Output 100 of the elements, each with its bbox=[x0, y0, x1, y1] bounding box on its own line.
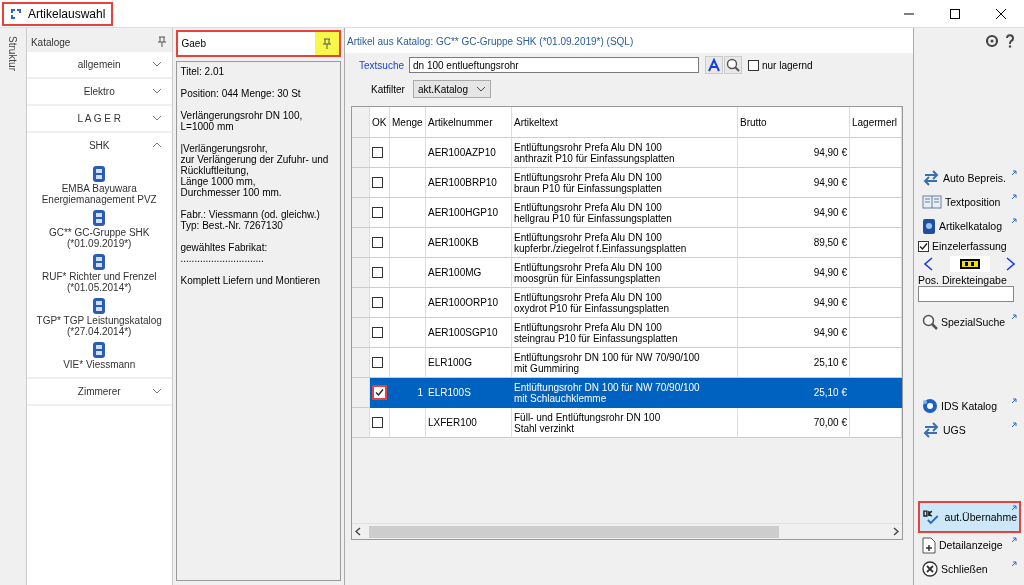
catalog-name[interactable]: RUF* Richter und Frenzel (*01.05.2014*) bbox=[35, 271, 164, 293]
column-header[interactable]: Menge bbox=[390, 107, 426, 138]
scroll-right-icon[interactable] bbox=[893, 527, 899, 536]
external-arrow-icon bbox=[1011, 194, 1017, 200]
table-cell: 94,90 € bbox=[738, 168, 850, 198]
settings-icon[interactable] bbox=[985, 34, 999, 48]
help-icon[interactable] bbox=[1005, 34, 1015, 48]
checkbox[interactable] bbox=[372, 267, 383, 278]
table-cell: 94,90 € bbox=[738, 318, 850, 348]
external-arrow-icon bbox=[1011, 505, 1017, 511]
book-icon bbox=[922, 195, 942, 209]
action-button[interactable]: UGS bbox=[918, 417, 1021, 442]
table-cell: Entlüftungsrohr Prefa Alu DN 100 hellgrau P10 für Einfassungsplatten bbox=[512, 198, 738, 228]
checkbox[interactable] bbox=[372, 297, 383, 308]
checkmark-icon bbox=[919, 241, 928, 251]
font-button[interactable] bbox=[705, 56, 723, 74]
table-cell: 94,90 € bbox=[738, 258, 850, 288]
close-icon bbox=[922, 561, 938, 577]
table-cell bbox=[850, 228, 902, 258]
pin-icon[interactable] bbox=[155, 36, 168, 48]
paragraph: Verlängerungsrohr DN 100, L=1000 mm bbox=[180, 110, 304, 132]
column-header[interactable]: Lagermerl bbox=[850, 107, 902, 138]
action-button[interactable]: Schließen bbox=[918, 557, 1021, 581]
checkbox[interactable] bbox=[372, 147, 383, 158]
paragraph: Position: 044 Menge: 30 St bbox=[180, 88, 302, 99]
database-icon[interactable] bbox=[92, 341, 107, 359]
checkbox[interactable] bbox=[372, 385, 387, 400]
paragraph: Titel: 2.01 bbox=[180, 66, 226, 77]
table-cell: AER100AZP10 bbox=[426, 138, 512, 168]
table-cell: 1 bbox=[390, 378, 426, 408]
checkbox[interactable] bbox=[372, 357, 383, 368]
action-button[interactable]: Detailanzeige bbox=[918, 533, 1021, 557]
table-cell: AER100HGP10 bbox=[426, 198, 512, 228]
checkbox[interactable] bbox=[372, 327, 383, 338]
checkbox[interactable] bbox=[748, 59, 759, 71]
catalog-caption: Artikel aus Katalog: GC** GC-Gruppe SHK (*01.09.2019*) (SQL) bbox=[345, 28, 913, 53]
close-icon[interactable] bbox=[995, 7, 1007, 20]
table-cell: AER100BRP10 bbox=[426, 168, 512, 198]
maximize-icon[interactable] bbox=[949, 7, 961, 20]
table-cell: 94,90 € bbox=[738, 288, 850, 318]
checkbox[interactable] bbox=[372, 177, 383, 188]
checkbox[interactable] bbox=[372, 207, 383, 218]
external-arrow-icon bbox=[1011, 397, 1017, 404]
next-icon[interactable] bbox=[1006, 257, 1015, 271]
table-cell bbox=[850, 168, 902, 198]
table-cell: AER100SGP10 bbox=[426, 318, 512, 348]
previous-icon[interactable] bbox=[924, 257, 933, 271]
table-cell: 25,10 € bbox=[738, 378, 850, 408]
scrollbar-thumb[interactable] bbox=[369, 525, 779, 538]
side-tab[interactable]: Struktur bbox=[7, 36, 19, 71]
action-button[interactable]: Textposition bbox=[918, 190, 1021, 214]
paragraph: Komplett Liefern und Montieren bbox=[180, 275, 322, 286]
checkbox-label: Einzelerfassung bbox=[932, 240, 1007, 252]
checkbox[interactable] bbox=[372, 417, 383, 428]
table-cell: AER100KB bbox=[426, 228, 512, 258]
table-cell bbox=[850, 288, 902, 318]
dropdown[interactable]: akt.Katalog bbox=[412, 80, 491, 98]
input-field[interactable] bbox=[918, 286, 1014, 302]
panel-title: Kataloge bbox=[30, 36, 71, 48]
table-cell: AER100ORP10 bbox=[426, 288, 512, 318]
action-button[interactable]: aut.Übernahme bbox=[918, 501, 1021, 533]
checkbox[interactable] bbox=[918, 240, 929, 252]
checkbox[interactable] bbox=[372, 237, 383, 248]
external-arrow-icon bbox=[1011, 314, 1017, 320]
table-cell bbox=[850, 408, 902, 438]
catalog-name[interactable]: EMBA Bayuwara Energiemanagement PVZ bbox=[35, 183, 164, 205]
external-arrow-icon bbox=[1011, 537, 1017, 543]
chevron-down-icon bbox=[475, 86, 486, 92]
column-header[interactable]: OK bbox=[370, 107, 390, 138]
column-header[interactable]: Brutto bbox=[738, 107, 850, 138]
action-button[interactable]: Auto Bepreis. bbox=[918, 166, 1021, 190]
action-button[interactable]: IDS Katalog bbox=[918, 393, 1021, 418]
action-button[interactable]: SpezialSuche bbox=[918, 310, 1021, 334]
action-button[interactable]: Artikelkatalog bbox=[918, 214, 1021, 238]
catalog-name[interactable]: GC** GC-Gruppe SHK (*01.09.2019*) bbox=[35, 227, 164, 249]
table-cell bbox=[850, 378, 902, 408]
external-arrow-icon bbox=[1011, 170, 1017, 176]
database-icon[interactable] bbox=[92, 165, 107, 183]
table-cell: 94,90 € bbox=[738, 138, 850, 168]
table-cell bbox=[850, 198, 902, 228]
table-cell: Entlüftungsrohr Prefa Alu DN 100 oxydrot P10 für Einfassungsplatten bbox=[512, 288, 738, 318]
search-field[interactable]: dn 100 entlueftungsrohr bbox=[409, 57, 699, 73]
catalog-name[interactable]: VIE* Viessmann bbox=[35, 359, 164, 370]
database-icon[interactable] bbox=[92, 297, 107, 315]
pin-icon[interactable] bbox=[321, 37, 333, 50]
checkbox-label: nur lagernd bbox=[762, 59, 813, 71]
external-arrow-icon bbox=[1011, 421, 1017, 428]
database-icon[interactable] bbox=[92, 209, 107, 227]
database-icon[interactable] bbox=[92, 253, 107, 271]
column-header[interactable]: Artikelnummer bbox=[426, 107, 512, 138]
search-button[interactable] bbox=[724, 56, 742, 74]
scroll-left-icon[interactable] bbox=[355, 527, 361, 536]
table-cell: Füll- und Entlüftungsrohr DN 100 Stahl verzinkt bbox=[512, 408, 738, 438]
paragraph: gewähltes Fabrikat: .............................. bbox=[180, 242, 269, 264]
catalog-name[interactable]: TGP* TGP Leistungskatalog (*27.04.2014*) bbox=[35, 315, 164, 337]
panel-title: Gaeb bbox=[180, 38, 206, 49]
column-header[interactable]: Artikeltext bbox=[512, 107, 738, 138]
title-text: Artikelauswahl bbox=[28, 6, 106, 21]
table-cell: 94,90 € bbox=[738, 198, 850, 228]
table-cell: Entlüftungsrohr Prefa Alu DN 100 kupferbr./ziegelrot f.Einfassungsplatten bbox=[512, 228, 738, 258]
